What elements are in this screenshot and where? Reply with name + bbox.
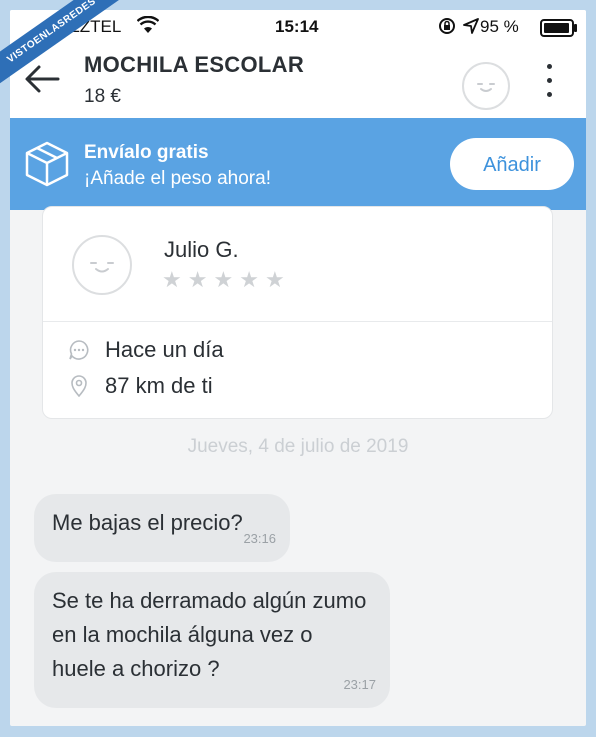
- seller-avatar: [72, 235, 132, 295]
- message-text: Me bajas el precio?: [52, 510, 243, 535]
- message-time: 23:16: [243, 531, 276, 546]
- smiley-face-icon: [477, 83, 495, 92]
- battery-icon: [540, 19, 577, 37]
- divider: [43, 321, 552, 322]
- last-seen-row: Hace un día: [67, 337, 224, 363]
- listing-header: MOCHILA ESCOLAR 18 €: [10, 44, 586, 118]
- app-screen: AZZTEL 15:14 95 % MOCHILA ESCOLAR 18 € E…: [10, 10, 586, 726]
- message-bubble[interactable]: Me bajas el precio? 23:16: [34, 494, 290, 562]
- back-arrow-icon[interactable]: [24, 64, 60, 94]
- chat-bubble-icon: [69, 340, 89, 360]
- message-text: Se te ha derramado algún zumo en la moch…: [52, 588, 367, 681]
- location-arrow-icon: [463, 18, 479, 34]
- item-price: 18 €: [84, 86, 121, 107]
- more-options-icon[interactable]: [544, 64, 554, 104]
- message-time: 23:17: [343, 677, 376, 692]
- seller-rating: ★ ★ ★ ★ ★: [162, 269, 285, 291]
- add-weight-button[interactable]: Añadir: [450, 138, 574, 190]
- avatar[interactable]: [462, 62, 510, 110]
- battery-percent: 95 %: [480, 17, 519, 36]
- star-icon: ★: [239, 267, 259, 292]
- package-box-icon: [25, 141, 69, 187]
- seller-card[interactable]: Julio G. ★ ★ ★ ★ ★ Hace un día 87 km de …: [42, 206, 553, 419]
- page-title: MOCHILA ESCOLAR: [84, 52, 305, 77]
- message-bubble[interactable]: Se te ha derramado algún zumo en la moch…: [34, 572, 390, 708]
- seller-name: Julio G.: [164, 237, 239, 262]
- star-icon: ★: [213, 267, 234, 292]
- free-shipping-banner: Envíalo gratis ¡Añade el peso ahora! Aña…: [10, 118, 586, 210]
- location-pin-icon: [71, 375, 87, 397]
- last-seen-text: Hace un día: [105, 337, 224, 362]
- clock: 15:14: [275, 17, 319, 36]
- smiley-face-icon: [90, 262, 114, 273]
- star-icon: ★: [264, 267, 285, 292]
- star-icon: ★: [187, 267, 208, 292]
- distance-text: 87 km de ti: [105, 373, 213, 398]
- distance-row: 87 km de ti: [67, 373, 213, 399]
- banner-title: Envíalo gratis: [84, 142, 209, 163]
- rotation-lock-icon: [439, 18, 455, 34]
- banner-subtitle: ¡Añade el peso ahora!: [84, 168, 271, 189]
- star-icon: ★: [162, 267, 182, 292]
- date-separator: Jueves, 4 de julio de 2019: [187, 436, 409, 457]
- wifi-icon: [137, 16, 159, 33]
